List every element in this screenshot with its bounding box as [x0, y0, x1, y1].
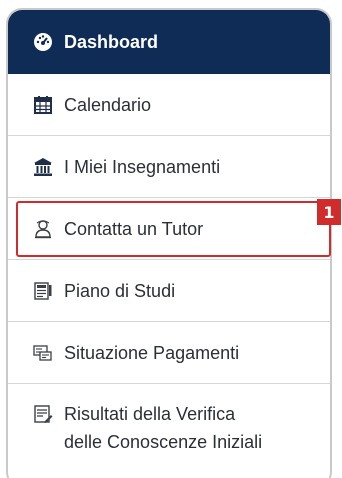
institution-icon: [32, 156, 54, 178]
sidebar-item-label: Calendario: [64, 94, 152, 115]
payments-icon: [32, 342, 54, 364]
sidebar-item-label: Situazione Pagamenti: [64, 342, 240, 363]
dashboard-icon: [32, 31, 54, 53]
tutor-icon: [32, 218, 54, 240]
calendar-icon: [32, 94, 54, 116]
sidebar-item-insegnamenti[interactable]: I Miei Insegnamenti: [8, 136, 330, 198]
sidebar-menu: Dashboard Calendario I Miei Insegnamenti…: [6, 8, 332, 478]
sidebar-item-label: Dashboard: [64, 32, 159, 52]
sidebar-item-piano-studi[interactable]: Piano di Studi: [8, 260, 330, 322]
sidebar-item-label-multiline: Risultati della Verifica delle Conoscenz…: [64, 400, 262, 456]
sidebar-item-calendario[interactable]: Calendario: [8, 74, 330, 136]
sidebar-item-risultati-verifica[interactable]: Risultati della Verifica delle Conoscenz…: [8, 384, 330, 478]
sidebar-item-dashboard[interactable]: Dashboard: [8, 10, 330, 74]
sidebar-item-pagamenti[interactable]: Situazione Pagamenti: [8, 322, 330, 384]
sidebar-item-label: Contatta un Tutor: [64, 218, 204, 239]
sidebar-item-contatta-tutor[interactable]: Contatta un Tutor: [8, 198, 330, 260]
sidebar-item-label-line2: delle Conoscenze Iniziali: [64, 432, 263, 452]
stage: Dashboard Calendario I Miei Insegnamenti…: [0, 0, 342, 478]
study-plan-icon: [32, 280, 54, 302]
annotation-badge: 1: [317, 199, 341, 225]
verification-results-icon: [32, 403, 54, 425]
sidebar-item-label-line1: Risultati della Verifica: [64, 404, 236, 424]
sidebar-item-label: Piano di Studi: [64, 280, 176, 301]
sidebar-item-label: I Miei Insegnamenti: [64, 156, 221, 177]
